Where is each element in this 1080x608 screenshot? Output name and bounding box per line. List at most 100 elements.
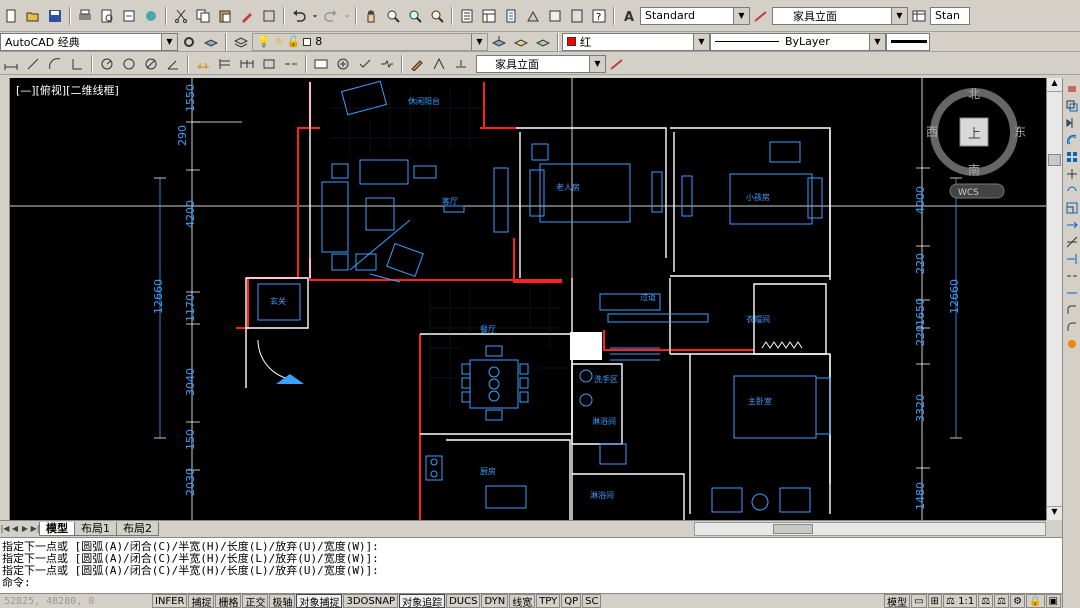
scale-icon[interactable] bbox=[1066, 202, 1078, 214]
mirror-icon[interactable] bbox=[1066, 117, 1078, 129]
dim-style-manager-icon[interactable] bbox=[607, 55, 627, 73]
toolbar-lock-icon[interactable]: 🔒 bbox=[1026, 594, 1045, 608]
layer-select[interactable]: 💡 ☼ 🔓 8 ▼ bbox=[252, 32, 488, 51]
dim-style-icon[interactable] bbox=[751, 7, 771, 25]
status-qp-button[interactable]: QP bbox=[561, 594, 582, 608]
quick-dim-icon[interactable] bbox=[193, 55, 213, 73]
redo-dropdown-icon[interactable] bbox=[343, 7, 351, 25]
baseline-dim-icon[interactable] bbox=[215, 55, 235, 73]
properties-icon[interactable] bbox=[457, 7, 477, 25]
jogged-linear-icon[interactable] bbox=[377, 55, 397, 73]
tool-palettes-icon[interactable] bbox=[501, 7, 521, 25]
open-folder-icon[interactable] bbox=[23, 7, 43, 25]
workspace-select[interactable]: AutoCAD 经典 ▼ bbox=[0, 32, 178, 51]
zoom-realtime-icon[interactable] bbox=[383, 7, 403, 25]
arc-length-icon[interactable] bbox=[45, 55, 65, 73]
new-file-icon[interactable] bbox=[1, 7, 21, 25]
tab-model[interactable]: 模型 bbox=[39, 521, 75, 536]
command-prompt[interactable]: 命令: bbox=[2, 577, 1062, 589]
workspace-settings-icon[interactable] bbox=[179, 33, 199, 51]
layer-properties-icon[interactable] bbox=[201, 33, 221, 51]
dim-style-select[interactable]: 家具立面 ▼ bbox=[772, 6, 908, 25]
status-tpy-button[interactable]: TPY bbox=[536, 594, 561, 608]
viewport-controls-label[interactable]: [—][俯视][二维线框] bbox=[16, 82, 119, 98]
status-grid-button[interactable]: 栅格 bbox=[215, 594, 242, 608]
copy-icon[interactable] bbox=[193, 7, 213, 25]
center-mark-icon[interactable] bbox=[333, 55, 353, 73]
markup-icon[interactable] bbox=[545, 7, 565, 25]
scroll-down-icon[interactable]: ▼ bbox=[1047, 506, 1062, 520]
vertical-scroll-thumb[interactable] bbox=[1048, 154, 1061, 166]
dim-text-edit-icon[interactable] bbox=[429, 55, 449, 73]
cut-icon[interactable] bbox=[171, 7, 191, 25]
text-style-icon[interactable]: A bbox=[619, 7, 639, 25]
table-style-select[interactable]: Stan bbox=[930, 6, 970, 25]
print-icon[interactable] bbox=[75, 7, 95, 25]
status-model-space-button[interactable]: 模型 bbox=[884, 594, 911, 608]
annotation-visibility-icon[interactable]: ⚖ bbox=[978, 594, 994, 608]
explode-icon[interactable] bbox=[1066, 338, 1078, 350]
table-style-icon[interactable] bbox=[909, 7, 929, 25]
status-ducs-button[interactable]: DUCS bbox=[446, 594, 481, 608]
stretch-icon[interactable] bbox=[1066, 219, 1078, 231]
design-center-icon[interactable] bbox=[479, 7, 499, 25]
command-window[interactable]: 指定下一点或 [圆弧(A)/闭合(C)/半宽(H)/长度(L)/放弃(U)/宽度… bbox=[0, 537, 1062, 593]
aligned-dim-icon[interactable] bbox=[23, 55, 43, 73]
status-otrack-button[interactable]: 对象追踪 bbox=[399, 594, 446, 608]
color-select[interactable]: 红 ▼ bbox=[562, 32, 710, 51]
undo-dropdown-icon[interactable] bbox=[311, 7, 319, 25]
make-current-layer-icon[interactable] bbox=[489, 33, 509, 51]
tab-layout2[interactable]: 布局2 bbox=[116, 521, 159, 536]
radius-dim-icon[interactable] bbox=[97, 55, 117, 73]
auto-scale-icon[interactable]: ⚖ bbox=[994, 594, 1010, 608]
status-snap-button[interactable]: 捕捉 bbox=[188, 594, 215, 608]
pan-icon[interactable] bbox=[361, 7, 381, 25]
undo-icon[interactable] bbox=[289, 7, 309, 25]
dim-edit-icon[interactable] bbox=[407, 55, 427, 73]
workspace-switch-icon[interactable]: ⚙ bbox=[1010, 594, 1026, 608]
3d-dwf-icon[interactable] bbox=[141, 7, 161, 25]
dim-break-icon[interactable] bbox=[281, 55, 301, 73]
coordinate-readout[interactable]: 52825, 48280, 0 bbox=[0, 596, 152, 607]
join-icon[interactable] bbox=[1066, 287, 1078, 299]
status-ortho-button[interactable]: 正交 bbox=[242, 594, 269, 608]
dim-update-icon[interactable] bbox=[451, 55, 471, 73]
paste-icon[interactable] bbox=[215, 7, 235, 25]
trim-icon[interactable] bbox=[1066, 236, 1078, 248]
clean-screen-icon[interactable]: ▣ bbox=[1045, 594, 1061, 608]
horizontal-scrollbar[interactable] bbox=[694, 521, 1046, 536]
dim-style-select-2[interactable]: 家具立面 ▼ bbox=[476, 54, 606, 73]
redo-icon[interactable] bbox=[321, 7, 341, 25]
status-polar-button[interactable]: 极轴 bbox=[269, 594, 296, 608]
block-editor-icon[interactable] bbox=[259, 7, 279, 25]
status-3dosnap-button[interactable]: 3DOSNAP bbox=[343, 594, 399, 608]
diameter-dim-icon[interactable] bbox=[141, 55, 161, 73]
preview-icon[interactable] bbox=[97, 7, 117, 25]
tab-layout1[interactable]: 布局1 bbox=[74, 521, 117, 536]
zoom-previous-icon[interactable] bbox=[427, 7, 447, 25]
angular-dim-icon[interactable] bbox=[163, 55, 183, 73]
zoom-window-icon[interactable] bbox=[405, 7, 425, 25]
status-dyn-button[interactable]: DYN bbox=[481, 594, 509, 608]
sheet-set-icon[interactable] bbox=[523, 7, 543, 25]
scroll-up-icon[interactable]: ▲ bbox=[1047, 78, 1062, 92]
status-osnap-button[interactable]: 对象捕捉 bbox=[296, 594, 343, 608]
status-infer-button[interactable]: INFER bbox=[152, 594, 188, 608]
rotate-icon[interactable] bbox=[1066, 185, 1078, 197]
linear-dim-icon[interactable] bbox=[1, 55, 21, 73]
status-lwt-button[interactable]: 线宽 bbox=[509, 594, 536, 608]
viewcube[interactable]: 上 北 南 东 西 WCS bbox=[926, 87, 1026, 199]
layer-states-icon[interactable] bbox=[231, 33, 251, 51]
status-sc-button[interactable]: SC bbox=[582, 594, 602, 608]
ordinate-dim-icon[interactable] bbox=[67, 55, 87, 73]
inspection-icon[interactable] bbox=[355, 55, 375, 73]
fillet-icon[interactable] bbox=[1066, 321, 1078, 333]
linetype-select[interactable]: ByLayer ▼ bbox=[710, 32, 886, 51]
horizontal-scroll-thumb[interactable] bbox=[773, 523, 813, 534]
annotation-scale-button[interactable]: ⚖ 1:1 bbox=[942, 594, 978, 608]
quick-view-icon[interactable]: ⊞ bbox=[927, 594, 942, 608]
erase-icon[interactable] bbox=[1066, 83, 1078, 95]
jogged-dim-icon[interactable] bbox=[119, 55, 139, 73]
tolerance-icon[interactable] bbox=[311, 55, 331, 73]
offset-icon[interactable] bbox=[1066, 134, 1078, 146]
